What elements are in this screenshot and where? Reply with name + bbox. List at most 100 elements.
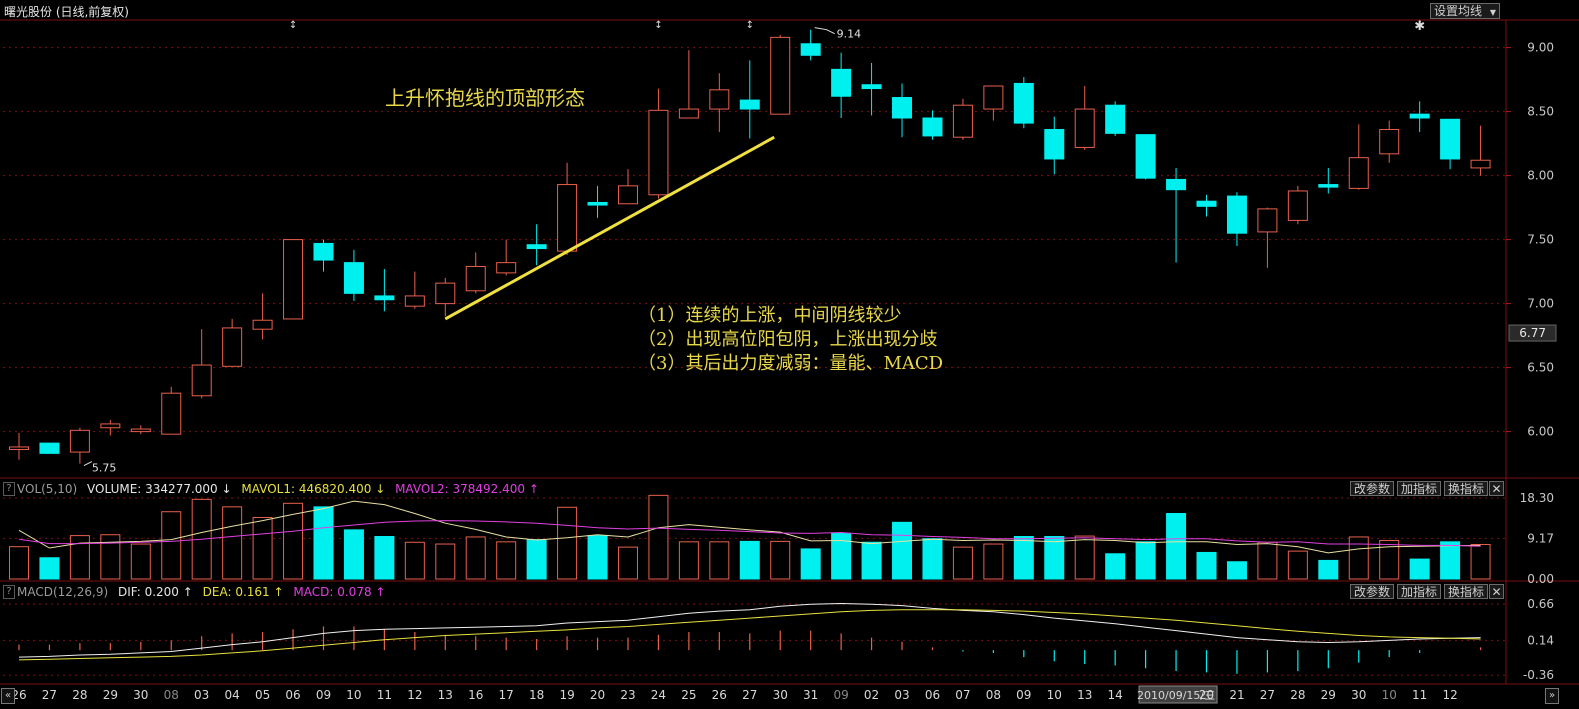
vol-bar-25 <box>770 540 791 580</box>
x-tick-label-7: 04 <box>225 688 240 702</box>
candle-body-6 <box>191 364 212 397</box>
x-tick-label-16: 17 <box>499 688 514 702</box>
x-tick-label-27: 09 <box>833 688 848 702</box>
x-tick-label-9: 06 <box>285 688 300 702</box>
vol-bar-20 <box>617 546 638 580</box>
candle-body-37 <box>1135 134 1156 179</box>
macd-dea-value: DEA: 0.161 <box>202 585 270 599</box>
price-tick-label-4: 7.00 <box>1527 297 1554 311</box>
low-marker-label: 5.75 <box>92 462 117 475</box>
vol-bar-47 <box>1440 541 1461 580</box>
macd-indicator-name: MACD(12,26,9) <box>17 585 109 599</box>
candle-body-32 <box>983 85 1004 110</box>
macd-tick-label-1: 0.14 <box>1527 633 1554 647</box>
x-tick-label-25: 30 <box>773 688 788 702</box>
x-tick-label-11: 10 <box>346 688 361 702</box>
stock-title: 曙光股份 (日线,前复权) <box>4 5 129 19</box>
macd-header: MACD(12,26,9) DIF: 0.200 ↑ DEA: 0.161 ↑ … <box>17 585 385 599</box>
x-tick-label-10: 09 <box>316 688 331 702</box>
candle-body-12 <box>374 295 395 301</box>
vol-bar-46 <box>1409 558 1430 580</box>
x-tick-label-46: 11 <box>1412 688 1427 702</box>
candle-body-17 <box>526 244 547 250</box>
candle-body-4 <box>130 428 151 433</box>
vol-bar-8 <box>252 516 273 580</box>
vol-bar-10 <box>313 506 334 580</box>
vol-close-icon[interactable]: ✕ <box>1489 481 1504 496</box>
vol-bar-12 <box>374 536 395 580</box>
macd-dea-arrow: ↑ <box>273 585 284 599</box>
x-tick-label-3: 29 <box>103 688 118 702</box>
vol-bar-1 <box>39 557 60 580</box>
scroll-left-icon[interactable]: « <box>1 688 15 704</box>
candle-body-34 <box>1044 129 1065 160</box>
macd-close-icon[interactable]: ✕ <box>1489 584 1504 599</box>
candle-body-28 <box>861 84 882 90</box>
candle-body-41 <box>1257 208 1278 233</box>
candle-body-42 <box>1287 190 1308 221</box>
vol-bar-35 <box>1074 535 1095 580</box>
candle-body-13 <box>404 295 425 307</box>
x-tick-label-26: 31 <box>803 688 818 702</box>
x-tick-label-41: 27 <box>1260 688 1275 702</box>
x-tick-label-1: 27 <box>42 688 57 702</box>
x-tick-label-17: 18 <box>529 688 544 702</box>
candle-body-0 <box>9 446 29 451</box>
vol-switch-indicator-button[interactable]: 换指标 <box>1444 481 1489 496</box>
macd-tick-label-0: 0.66 <box>1527 597 1554 611</box>
vol-bar-0 <box>9 546 29 580</box>
candle-body-46 <box>1409 113 1430 119</box>
price-tick-label-6: 6.00 <box>1527 425 1554 439</box>
x-tick-label-40: 21 <box>1229 688 1244 702</box>
vol-change-params-button[interactable]: 改参数 <box>1350 481 1395 496</box>
candle-body-10 <box>313 242 334 261</box>
macd-macd-value: MACD: 0.078 <box>293 585 372 599</box>
x-tick-label-2: 28 <box>72 688 87 702</box>
candle-body-47 <box>1440 118 1461 160</box>
candle-body-43 <box>1318 184 1339 188</box>
x-tick-label-20: 23 <box>620 688 635 702</box>
candle-body-44 <box>1348 157 1369 189</box>
vol-bar-30 <box>922 538 943 580</box>
candle-body-33 <box>1013 82 1034 124</box>
x-tick-label-8: 05 <box>255 688 270 702</box>
vol-mavol2-value: MAVOL2: 378492.400 <box>395 482 526 496</box>
vol-bar-41 <box>1257 541 1278 580</box>
x-tick-label-35: 13 <box>1077 688 1092 702</box>
candle-body-11 <box>343 262 364 294</box>
vol-bar-22 <box>678 541 699 580</box>
macd-change-params-button[interactable]: 改参数 <box>1350 584 1395 599</box>
set-ma-button[interactable]: 设置均线 ▼ <box>1430 3 1500 19</box>
vol-bar-29 <box>892 521 913 580</box>
candle-body-22 <box>678 108 699 119</box>
macd-dif-arrow: ↑ <box>182 585 193 599</box>
x-tick-label-12: 11 <box>377 688 392 702</box>
vol-header: VOL(5,10) VOLUME: 334277.000 ↓ MAVOL1: 4… <box>17 482 539 496</box>
x-tick-label-42: 28 <box>1290 688 1305 702</box>
x-tick-label-5: 08 <box>164 688 179 702</box>
candle-body-48 <box>1470 159 1491 169</box>
vol-bar-11 <box>343 529 364 580</box>
vol-help-icon[interactable]: ? <box>3 482 15 496</box>
candle-body-30 <box>922 117 943 137</box>
vol-tick-label-0: 18.30 <box>1520 491 1554 505</box>
candle-body-26 <box>800 43 821 56</box>
vol-mavol2-arrow: ↑ <box>528 482 539 496</box>
macd-switch-indicator-button[interactable]: 换指标 <box>1444 584 1489 599</box>
macd-add-indicator-button[interactable]: 加指标 <box>1397 584 1442 599</box>
x-tick-label-36: 14 <box>1108 688 1123 702</box>
vol-bar-34 <box>1044 536 1065 580</box>
vol-bar-19 <box>587 535 608 580</box>
vol-add-indicator-button[interactable]: 加指标 <box>1397 481 1442 496</box>
scroll-right-icon[interactable]: » <box>1545 688 1559 704</box>
vol-indicator-name: VOL(5,10) <box>17 482 78 496</box>
note-2: （2）出现高位阳包阴，上涨出现分歧 <box>638 329 938 350</box>
event-marker-2: ↕ <box>746 20 754 31</box>
macd-help-icon[interactable]: ? <box>3 585 15 599</box>
vol-bar-40 <box>1226 561 1247 580</box>
vol-tick-label-1: 9.17 <box>1527 531 1554 545</box>
x-tick-label-47: 12 <box>1442 688 1457 702</box>
pattern-title: 上升怀抱线的顶部形态 <box>385 86 585 110</box>
candle-body-14 <box>435 282 456 305</box>
vol-bar-13 <box>404 541 425 580</box>
